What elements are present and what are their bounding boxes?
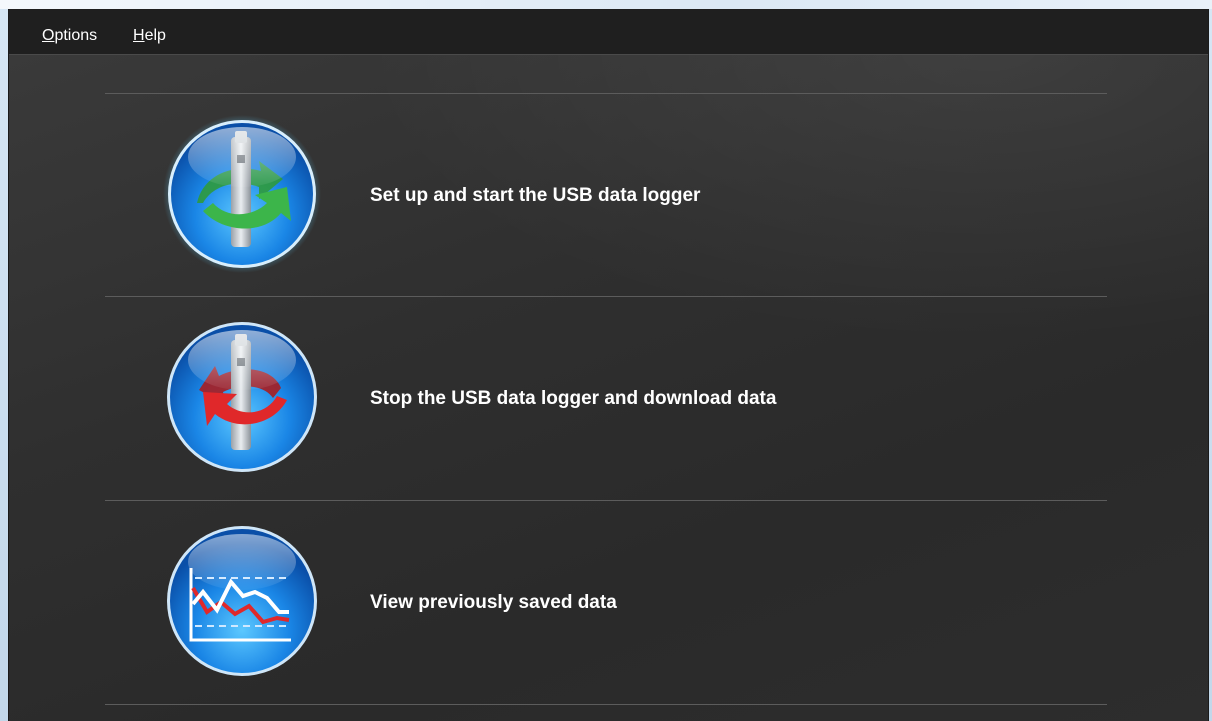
stop-download-label: Stop the USB data logger and download da… — [370, 388, 777, 409]
divider-bottom — [105, 704, 1107, 705]
menu-options[interactable]: Options — [42, 9, 97, 54]
usb-logger-stop-icon[interactable] — [163, 318, 321, 476]
stop-download-action[interactable]: Stop the USB data logger and download da… — [105, 297, 1107, 501]
app-client-area: Options Help Set up and start the USB da… — [8, 9, 1209, 721]
usb-logger-start-icon[interactable] — [163, 115, 321, 273]
setup-start-logger-action[interactable]: Set up and start the USB data logger — [105, 94, 1107, 298]
menu-bar: Options Help — [9, 9, 1208, 55]
view-saved-data-action[interactable]: View previously saved data — [105, 501, 1107, 705]
window-title-strip — [0, 0, 1212, 9]
window-frame: Options Help Set up and start the USB da… — [0, 0, 1212, 721]
graph-view-icon[interactable] — [163, 522, 321, 680]
view-saved-data-label: View previously saved data — [370, 592, 617, 613]
menu-help[interactable]: Help — [133, 9, 166, 54]
setup-start-logger-label: Set up and start the USB data logger — [370, 185, 701, 206]
